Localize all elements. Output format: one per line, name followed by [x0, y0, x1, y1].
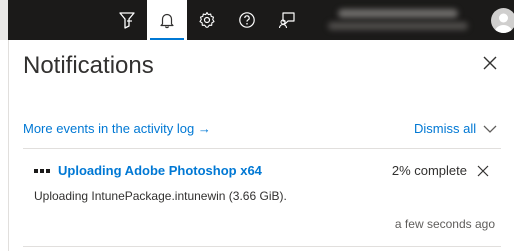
notification-item[interactable]: Uploading Adobe Photoshop x64 2% complet… [23, 149, 501, 245]
settings-button[interactable] [187, 0, 227, 40]
notifications-panel: Notifications More events in the activit… [8, 40, 514, 251]
chevron-down-icon[interactable] [483, 122, 497, 136]
close-icon [483, 56, 497, 70]
activity-log-link[interactable]: More events in the activity log → [23, 121, 211, 136]
close-button[interactable] [482, 55, 498, 71]
dismiss-all-button[interactable]: Dismiss all [414, 121, 476, 136]
account-info-blurred[interactable] [328, 6, 478, 32]
notification-time: a few seconds ago [394, 217, 495, 231]
feedback-icon [278, 12, 295, 29]
user-icon [494, 13, 513, 33]
notification-status: 2% complete [391, 163, 467, 178]
portal-filter-icon [119, 12, 135, 29]
help-icon [239, 12, 255, 28]
feedback-button[interactable] [267, 0, 307, 40]
top-bar [0, 0, 514, 40]
notification-title[interactable]: Uploading Adobe Photoshop x64 [58, 163, 262, 178]
portal-filter-button[interactable] [107, 0, 147, 40]
avatar[interactable] [491, 8, 514, 33]
notification-body: Uploading IntunePackage.intunewin (3.66 … [34, 189, 287, 203]
dismiss-notification-icon[interactable] [477, 165, 489, 177]
bell-icon [160, 13, 174, 29]
gear-icon [199, 11, 215, 28]
help-button[interactable] [227, 0, 267, 40]
divider [23, 246, 501, 247]
left-strip [0, 0, 8, 40]
panel-title: Notifications [23, 52, 154, 79]
notifications-button[interactable] [147, 0, 187, 40]
progress-dots-icon [34, 169, 50, 173]
